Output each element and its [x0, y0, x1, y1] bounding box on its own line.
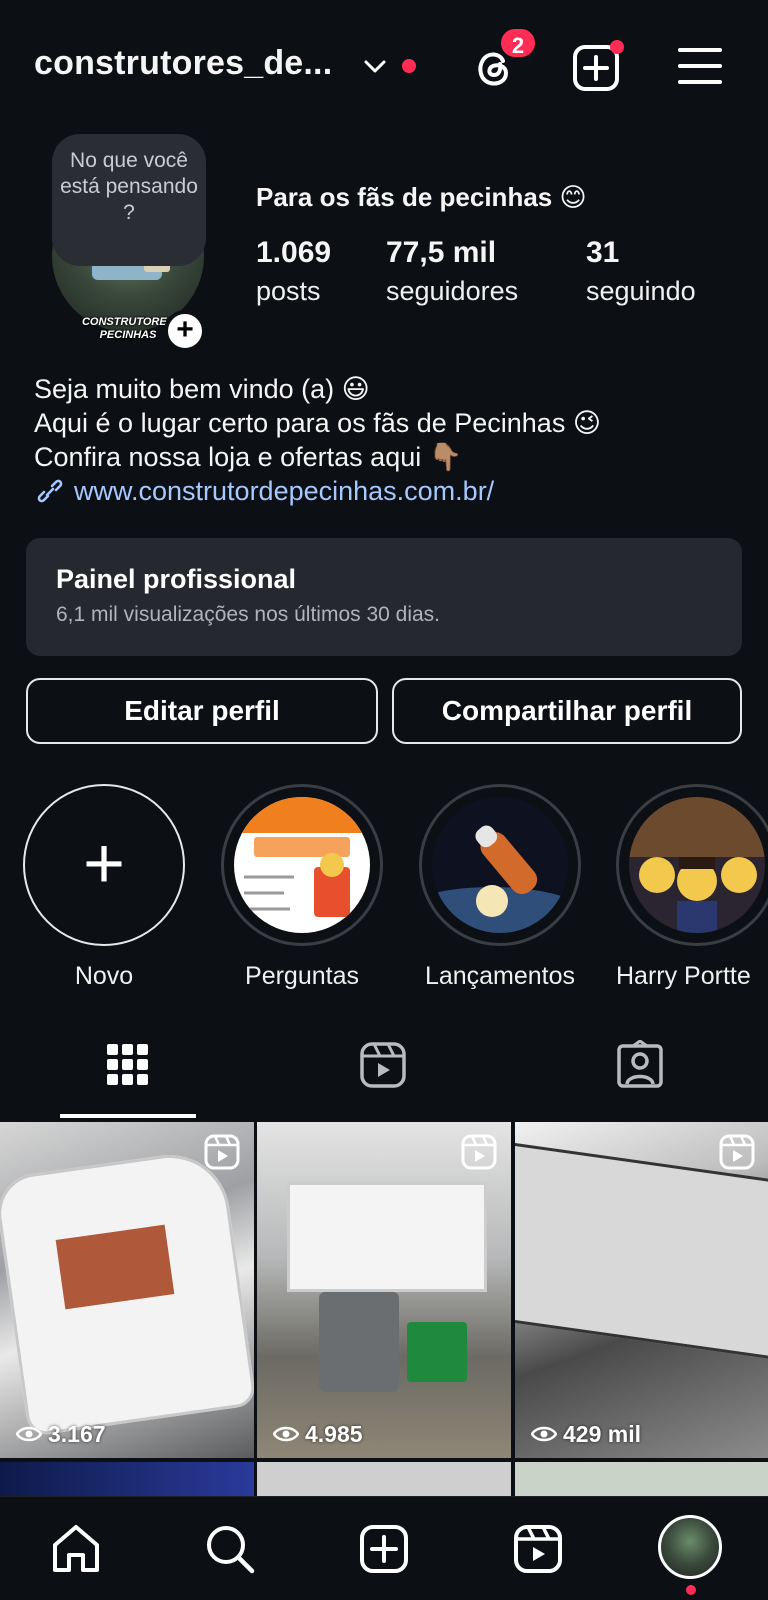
stat-label: seguidores: [386, 276, 519, 306]
grid-post[interactable]: 4.985: [257, 1122, 511, 1458]
highlight-cover: [432, 797, 568, 933]
bio-line: Confira nossa loja e ofertas aqui 👇🏽: [34, 442, 463, 472]
highlight-new[interactable]: + Novo: [22, 784, 186, 991]
view-count: 4.985: [272, 1421, 363, 1448]
website-link-text[interactable]: www.construtordepecinhas.com.br/: [74, 476, 494, 506]
active-tab-indicator: [60, 1114, 196, 1118]
stat-value: 77,5 mil: [386, 236, 497, 269]
bio-line: Aqui é o lugar certo para os fãs de Peci…: [34, 408, 601, 438]
reels-tab-icon[interactable]: [358, 1040, 408, 1090]
highlight-harry-potter[interactable]: Harry Portte: [616, 784, 768, 991]
plus-icon: +: [82, 824, 126, 904]
tagged-icon[interactable]: [615, 1040, 665, 1090]
profile-avatar-nav[interactable]: [658, 1515, 722, 1579]
profile-tabs: [0, 1030, 768, 1118]
threads-badge: 2: [498, 26, 538, 60]
highlight-ring: [221, 784, 383, 946]
search-icon[interactable]: [204, 1523, 256, 1575]
highlight-label: Harry Portte: [616, 962, 751, 990]
view-count-value: 4.985: [305, 1421, 363, 1447]
post-thumbnail-detail: [407, 1322, 467, 1382]
eye-icon: [15, 1426, 43, 1442]
view-count: 3.167: [15, 1421, 106, 1448]
stat-label: seguindo: [586, 276, 696, 306]
view-count: 429 mil: [530, 1421, 641, 1448]
menu-icon[interactable]: [678, 46, 722, 86]
post-thumbnail: [287, 1182, 487, 1292]
post-thumbnail: [515, 1141, 768, 1363]
reel-icon: [719, 1134, 755, 1170]
view-count-value: 429 mil: [563, 1421, 641, 1447]
edit-profile-button[interactable]: Editar perfil: [26, 678, 378, 744]
create-post-icon[interactable]: [358, 1523, 410, 1575]
bio: Seja muito bem vindo (a) 😃 Aqui é o luga…: [34, 372, 601, 474]
highlight-label: Lançamentos: [424, 962, 576, 990]
highlight-perguntas[interactable]: Perguntas: [220, 784, 384, 991]
home-icon[interactable]: [50, 1523, 102, 1575]
profile-name: Para os fãs de pecinhas 😊: [256, 182, 587, 212]
grid-post[interactable]: 3.167: [0, 1122, 254, 1458]
share-profile-button[interactable]: Compartilhar perfil: [392, 678, 742, 744]
view-count-value: 3.167: [48, 1421, 106, 1447]
reel-icon: [461, 1134, 497, 1170]
note-bubble[interactable]: No que você está pensando ?: [52, 134, 206, 266]
top-bar: construtores_de... 2: [0, 0, 768, 130]
profile-notification-dot: [686, 1585, 696, 1595]
bio-line: Seja muito bem vindo (a) 😃: [34, 374, 370, 404]
chevron-down-icon[interactable]: [362, 54, 388, 78]
eye-icon: [530, 1426, 558, 1442]
grid-post[interactable]: 429 mil: [515, 1122, 768, 1458]
notification-dot: [402, 59, 416, 73]
highlight-cover: [629, 797, 765, 933]
stat-label: posts: [256, 276, 321, 306]
stat-value: 31: [586, 236, 620, 269]
panel-subtitle: 6,1 mil visualizações nos últimos 30 dia…: [56, 603, 441, 626]
eye-icon: [272, 1426, 300, 1442]
highlight-ring: +: [23, 784, 185, 946]
add-story-button[interactable]: +: [164, 310, 206, 352]
post-thumbnail-detail: [319, 1292, 399, 1392]
highlight-cover: [234, 797, 370, 933]
stat-posts[interactable]: 1.069 posts: [256, 236, 331, 307]
stat-followers[interactable]: 77,5 mil seguidores: [386, 236, 518, 307]
highlight-label: Novo: [74, 962, 134, 990]
reels-icon[interactable]: [512, 1523, 564, 1575]
panel-title: Painel profissional: [56, 564, 297, 594]
create-notification-dot: [610, 40, 624, 54]
link-icon: [37, 479, 63, 503]
grid-icon[interactable]: [103, 1040, 153, 1090]
professional-dashboard[interactable]: Painel profissional 6,1 mil visualizaçõe…: [26, 538, 742, 656]
website-link[interactable]: www.construtordepecinhas.com.br/: [34, 476, 494, 507]
highlight-lancamentos[interactable]: Lançamentos: [418, 784, 582, 991]
stat-following[interactable]: 31 seguindo: [586, 236, 696, 307]
highlight-ring: [616, 784, 768, 946]
highlight-label: Perguntas: [245, 962, 359, 990]
stat-value: 1.069: [256, 236, 332, 269]
bottom-navigation: [0, 1496, 768, 1600]
highlight-ring: [419, 784, 581, 946]
reel-icon: [204, 1134, 240, 1170]
username-switcher[interactable]: construtores_de...: [34, 44, 332, 83]
